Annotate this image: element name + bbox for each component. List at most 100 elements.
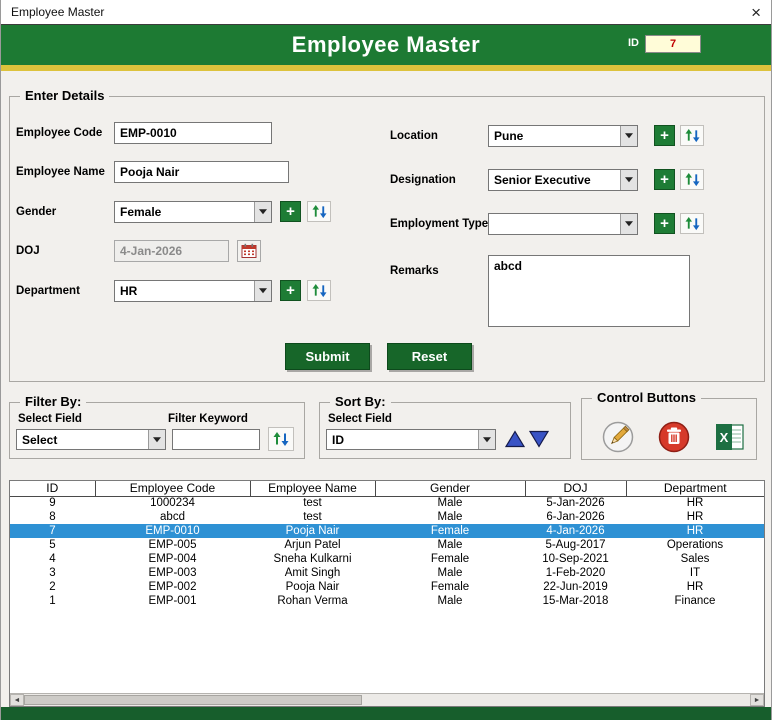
table-cell[interactable]: EMP-001 — [95, 594, 250, 608]
chevron-down-icon[interactable] — [148, 430, 165, 449]
table-cell[interactable]: 1-Feb-2020 — [525, 566, 626, 580]
add-designation-button[interactable]: + — [654, 169, 675, 190]
table-cell[interactable]: Male — [375, 510, 525, 524]
chevron-down-icon[interactable] — [620, 214, 637, 234]
table-cell[interactable]: Female — [375, 580, 525, 594]
table-cell[interactable]: 1 — [10, 594, 95, 608]
table-cell[interactable]: Pooja Nair — [250, 580, 375, 594]
table-cell[interactable]: EMP-005 — [95, 538, 250, 552]
export-excel-button[interactable]: X — [712, 419, 748, 455]
column-header-employee-name[interactable]: Employee Name — [249, 481, 375, 497]
table-row[interactable]: 7 EMP-0010 Pooja Nair Female 4-Jan-2026 HR — [10, 524, 764, 538]
table-cell[interactable]: HR — [626, 524, 764, 538]
table-cell[interactable]: IT — [626, 566, 764, 580]
table-cell[interactable]: 9 — [10, 496, 95, 510]
add-gender-button[interactable]: + — [280, 201, 301, 222]
table-cell[interactable]: abcd — [95, 510, 250, 524]
table-cell[interactable]: 2 — [10, 580, 95, 594]
apply-filter-button[interactable] — [268, 427, 294, 451]
table-cell[interactable]: Amit Singh — [250, 566, 375, 580]
filter-field-dropdown[interactable]: Select — [16, 429, 166, 450]
add-location-button[interactable]: + — [654, 125, 675, 146]
table-cell[interactable]: EMP-004 — [95, 552, 250, 566]
location-dropdown[interactable]: Pune — [488, 125, 638, 147]
table-cell[interactable]: Pooja Nair — [250, 524, 375, 538]
chevron-down-icon[interactable] — [620, 126, 637, 146]
scroll-left-icon[interactable]: ◄ — [10, 694, 24, 706]
column-header-department[interactable]: Department — [625, 481, 764, 497]
calendar-button[interactable] — [237, 240, 261, 262]
table-cell[interactable]: 10-Sep-2021 — [525, 552, 626, 566]
table-cell[interactable]: 1000234 — [95, 496, 250, 510]
table-row[interactable]: 2 EMP-002 Pooja Nair Female 22-Jun-2019 HR — [10, 580, 764, 594]
table-row[interactable]: 3 EMP-003 Amit Singh Male 1-Feb-2020 IT — [10, 566, 764, 580]
reset-button[interactable]: Reset — [387, 343, 472, 370]
gender-dropdown[interactable]: Female — [114, 201, 272, 223]
sort-ascending-button[interactable] — [504, 428, 526, 450]
table-cell[interactable]: Operations — [626, 538, 764, 552]
table-cell[interactable]: 5 — [10, 538, 95, 552]
doj-input[interactable] — [114, 240, 229, 262]
id-field[interactable]: 7 — [645, 35, 701, 53]
refresh-department-button[interactable] — [307, 280, 331, 301]
table-cell[interactable]: test — [250, 496, 375, 510]
table-row[interactable]: 9 1000234 test Male 5-Jan-2026 HR — [10, 496, 764, 510]
add-department-button[interactable]: + — [280, 280, 301, 301]
remarks-textarea[interactable]: abcd — [488, 255, 690, 327]
table-cell[interactable]: EMP-003 — [95, 566, 250, 580]
department-dropdown[interactable]: HR — [114, 280, 272, 302]
table-row[interactable]: 5 EMP-005 Arjun Patel Male 5-Aug-2017 Operati… — [10, 538, 764, 552]
table-cell[interactable]: test — [250, 510, 375, 524]
table-cell[interactable]: HR — [626, 580, 764, 594]
table-cell[interactable]: 15-Mar-2018 — [525, 594, 626, 608]
edit-button[interactable] — [600, 419, 636, 455]
table-cell[interactable]: 6-Jan-2026 — [525, 510, 626, 524]
filter-keyword-input[interactable] — [172, 429, 260, 450]
table-cell[interactable]: Finance — [626, 594, 764, 608]
add-employment-type-button[interactable]: + — [654, 213, 675, 234]
employee-code-input[interactable] — [114, 122, 272, 144]
table-cell[interactable]: 3 — [10, 566, 95, 580]
table-row[interactable]: 4 EMP-004 Sneha Kulkarni Female 10-Sep-2021 S… — [10, 552, 764, 566]
employment-type-dropdown[interactable] — [488, 213, 638, 235]
table-cell[interactable]: Sneha Kulkarni — [250, 552, 375, 566]
horizontal-scrollbar[interactable]: ◄ ► — [10, 693, 764, 706]
table-cell[interactable]: 8 — [10, 510, 95, 524]
table-cell[interactable]: 4 — [10, 552, 95, 566]
table-cell[interactable]: 5-Aug-2017 — [525, 538, 626, 552]
submit-button[interactable]: Submit — [285, 343, 370, 370]
table-cell[interactable]: HR — [626, 510, 764, 524]
designation-dropdown[interactable]: Senior Executive — [488, 169, 638, 191]
table-cell[interactable]: Male — [375, 538, 525, 552]
column-header-employee-code[interactable]: Employee Code — [94, 481, 250, 497]
table-cell[interactable]: 7 — [10, 524, 95, 538]
refresh-employment-type-button[interactable] — [680, 213, 704, 234]
column-header-id[interactable]: ID — [10, 481, 95, 497]
scrollbar-thumb[interactable] — [24, 695, 362, 705]
table-cell[interactable]: Arjun Patel — [250, 538, 375, 552]
chevron-down-icon[interactable] — [478, 430, 495, 449]
table-cell[interactable]: Rohan Verma — [250, 594, 375, 608]
table-cell[interactable]: 22-Jun-2019 — [525, 580, 626, 594]
column-header-gender[interactable]: Gender — [374, 481, 525, 497]
table-row[interactable]: 1 EMP-001 Rohan Verma Male 15-Mar-2018 Financ… — [10, 594, 764, 608]
employee-name-input[interactable] — [114, 161, 289, 183]
table-cell[interactable]: 4-Jan-2026 — [525, 524, 626, 538]
table-cell[interactable]: Male — [375, 566, 525, 580]
table-cell[interactable]: 5-Jan-2026 — [525, 496, 626, 510]
table-cell[interactable]: Male — [375, 594, 525, 608]
delete-button[interactable] — [656, 419, 692, 455]
table-cell[interactable]: HR — [626, 496, 764, 510]
refresh-location-button[interactable] — [680, 125, 704, 146]
table-row[interactable]: 8 abcd test Male 6-Jan-2026 HR — [10, 510, 764, 524]
table-cell[interactable]: Sales — [626, 552, 764, 566]
sort-descending-button[interactable] — [528, 428, 550, 450]
refresh-gender-button[interactable] — [307, 201, 331, 222]
column-header-doj[interactable]: DOJ — [524, 481, 626, 497]
chevron-down-icon[interactable] — [620, 170, 637, 190]
table-cell[interactable]: EMP-002 — [95, 580, 250, 594]
table-cell[interactable]: Female — [375, 552, 525, 566]
close-icon[interactable]: × — [751, 4, 761, 21]
chevron-down-icon[interactable] — [254, 281, 271, 301]
table-cell[interactable]: Male — [375, 496, 525, 510]
